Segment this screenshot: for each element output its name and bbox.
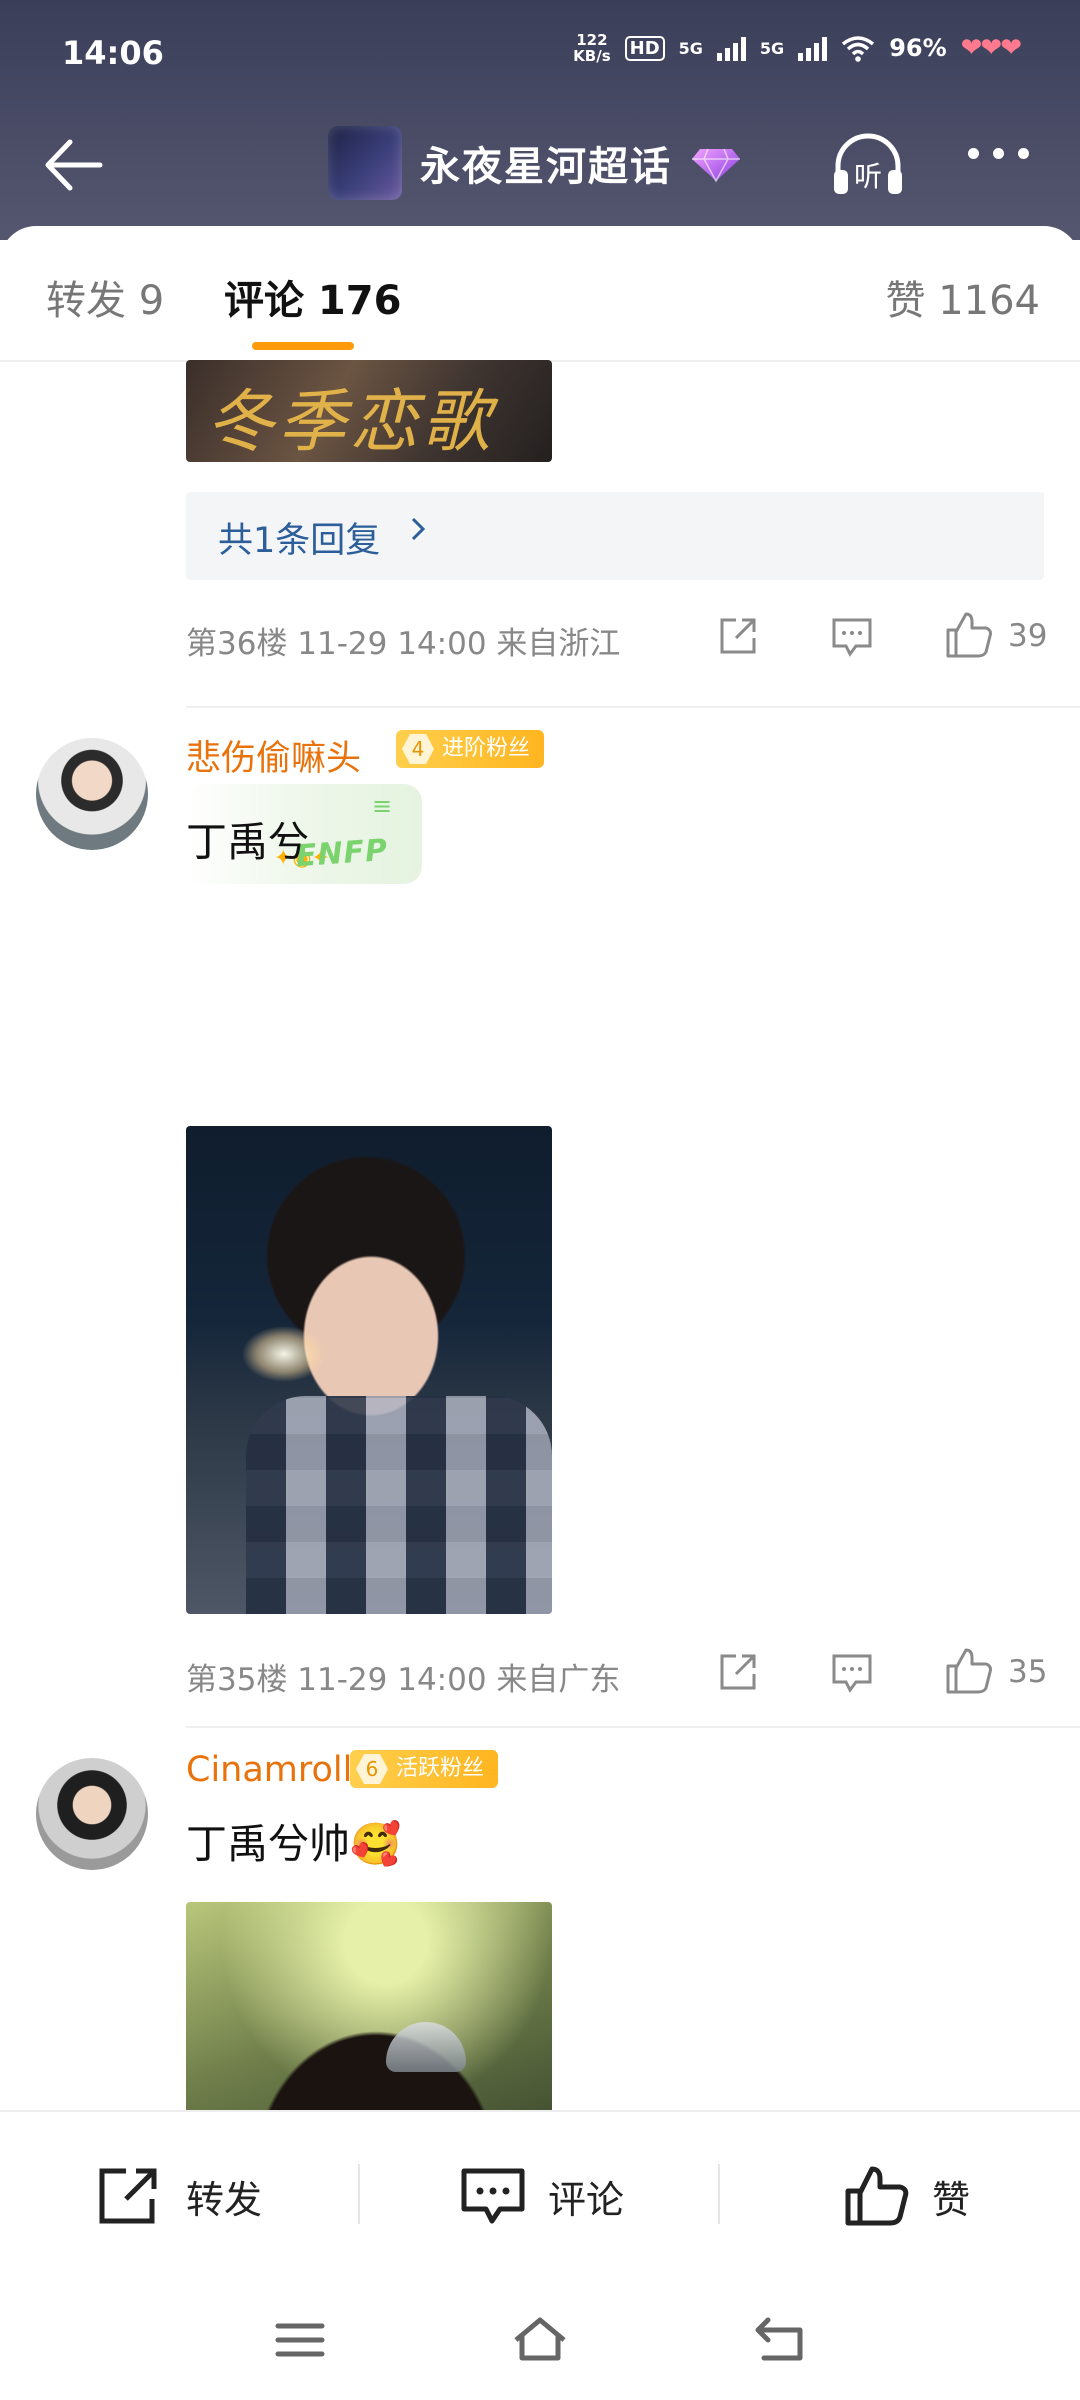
comment-label: 评论	[548, 2177, 625, 2222]
tab-comment[interactable]: 评论 176	[224, 268, 401, 326]
network-speed: 122 KB/s	[573, 32, 610, 64]
sticker-text: ENFP	[294, 832, 390, 875]
avatar[interactable]	[36, 738, 148, 850]
active-tab-indicator	[252, 342, 354, 350]
image-detail	[246, 1396, 552, 1614]
comment-meta: 第35楼 11-29 14:00 来自广东 35	[186, 1644, 1048, 1704]
share-icon	[99, 2168, 157, 2224]
signal-icon-2	[798, 35, 828, 61]
sticker-sparkle-icon: ≡	[372, 792, 393, 820]
like-button[interactable]: 赞	[842, 2156, 970, 2236]
comment-text: 丁禹兮	[186, 818, 309, 866]
status-icons: 122 KB/s HD 5G 5G 96% ❤❤❤	[573, 32, 1022, 64]
separator	[718, 2164, 720, 2224]
badge-text: 活跃粉丝	[396, 1756, 485, 1781]
comment-image[interactable]: 冬季恋歌	[186, 360, 552, 462]
diamond-badge-icon	[692, 148, 740, 183]
back-arrow-icon[interactable]	[38, 130, 118, 200]
more-options-icon[interactable]	[968, 148, 1068, 178]
comment-meta: 第36楼 11-29 14:00 来自浙江 39	[186, 608, 1048, 668]
listen-label: 听	[854, 160, 882, 193]
like-count: 35	[1008, 1654, 1048, 1690]
share-icon[interactable]	[714, 1648, 762, 1696]
comment-icon[interactable]	[828, 1648, 876, 1696]
separator	[358, 2164, 360, 2224]
wifi-icon	[842, 36, 875, 62]
comment-feed[interactable]: 冬季恋歌 共1条回复 第36楼 11-29 14:00 来自浙江 39 悲伤偷嘛…	[0, 360, 1080, 2116]
like-label: 赞	[932, 2177, 971, 2222]
nav-row: 永夜星河超话 听	[0, 118, 1080, 208]
topic-avatar	[328, 126, 402, 200]
comment-text: 丁禹兮帅🥰	[186, 1820, 402, 1868]
like-count: 39	[1008, 618, 1048, 654]
network-speed-value: 122	[576, 31, 608, 49]
comment-meta-info: 第35楼 11-29 14:00 来自广东	[186, 1662, 621, 1698]
topic-title-group[interactable]: 永夜星河超话	[328, 126, 742, 200]
badge-level: 4	[402, 734, 434, 764]
signal-icon	[716, 35, 746, 61]
comment-meta-info: 第36楼 11-29 14:00 来自浙江	[186, 626, 621, 662]
back-icon[interactable]	[750, 2312, 810, 2368]
divider	[186, 706, 1080, 708]
fan-badge[interactable]: 6 活跃粉丝	[350, 1750, 499, 1788]
replies-label: 共1条回复	[218, 521, 381, 561]
fan-badge[interactable]: 4 进阶粉丝	[396, 730, 545, 768]
network-speed-unit: KB/s	[573, 47, 611, 65]
username[interactable]: 悲伤偷嘛头	[186, 730, 361, 781]
repost-button[interactable]: 转发	[96, 2156, 262, 2236]
top-bar: 14:06 122 KB/s HD 5G 5G 96% ❤❤❤ 永夜星河超话 听	[0, 0, 1080, 240]
sim1-label: 5G	[678, 38, 703, 58]
menu-icon[interactable]	[270, 2312, 330, 2368]
badge-level: 6	[356, 1754, 388, 1784]
avatar[interactable]	[36, 1758, 148, 1870]
username[interactable]: Cinamroll	[186, 1750, 352, 1790]
thumbs-up-icon[interactable]	[942, 608, 996, 662]
comments-sheet: 转发 9 评论 176 赞 1164 冬季恋歌 共1条回复 第36楼 11-29…	[0, 226, 1080, 2400]
repost-label: 转发	[186, 2177, 263, 2222]
hd-icon: HD	[624, 35, 665, 61]
heart-icons: ❤❤❤	[960, 33, 1022, 63]
share-icon[interactable]	[714, 612, 762, 660]
comment-icon[interactable]	[828, 612, 876, 660]
divider	[186, 1726, 1080, 1728]
system-nav-bar	[0, 2284, 1080, 2400]
comment-image[interactable]	[186, 1902, 552, 2116]
sim2-label: 5G	[759, 38, 785, 58]
tab-like[interactable]: 赞 1164	[885, 268, 1040, 326]
thumbs-up-icon	[845, 2166, 909, 2226]
home-icon[interactable]	[510, 2312, 570, 2368]
comment-button[interactable]: 评论	[458, 2156, 624, 2236]
bottom-action-bar: 转发 评论 赞	[0, 2110, 1080, 2286]
status-bar: 14:06 122 KB/s HD 5G 5G 96% ❤❤❤	[0, 30, 1080, 80]
badge-text: 进阶粉丝	[442, 736, 531, 761]
image-caption: 冬季恋歌	[206, 383, 495, 462]
status-time: 14:06	[62, 34, 164, 72]
topic-title: 永夜星河超话	[420, 144, 672, 190]
tab-repost[interactable]: 转发 9	[46, 268, 164, 326]
view-replies-link[interactable]: 共1条回复	[186, 492, 1044, 580]
tab-bar: 转发 9 评论 176 赞 1164	[0, 226, 1080, 362]
comment-image[interactable]	[186, 1126, 552, 1614]
comment-icon	[461, 2168, 525, 2224]
image-detail	[386, 2022, 466, 2072]
headphones-icon[interactable]: 听	[828, 126, 908, 206]
battery-level: 96%	[889, 34, 947, 62]
chevron-right-icon	[411, 517, 426, 541]
thumbs-up-icon[interactable]	[942, 1644, 996, 1698]
